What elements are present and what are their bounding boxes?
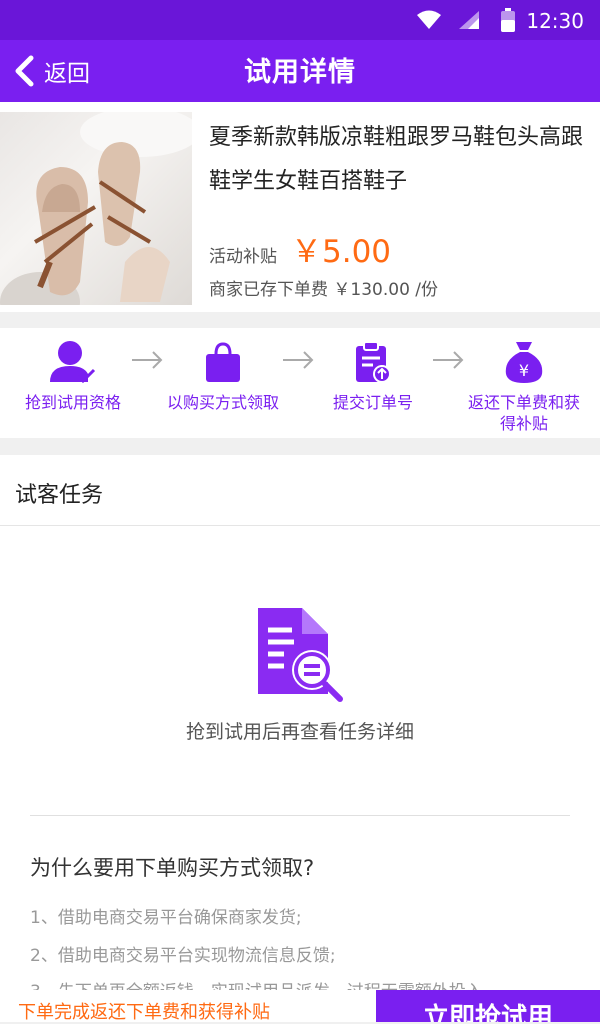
shopping-bag-icon [206,342,240,382]
nav-bar: 返回 试用详情 [0,40,600,102]
wifi-icon [417,10,441,29]
signal-icon [459,11,479,29]
reason-item: 1、借助电商交易平台确保商家发货; [30,908,302,928]
step-label: 返还下单费和获得补贴 [467,393,580,433]
step-label: 抢到试用资格 [24,393,121,412]
battery-icon [501,8,515,32]
task-heading: 试客任务 [15,483,104,508]
document-search-icon [258,608,343,702]
svg-text:¥: ¥ [519,361,529,380]
divider [30,815,570,816]
product-image[interactable] [0,112,192,305]
product-title: 夏季新款韩版凉鞋粗跟罗马鞋包头高跟鞋学生女鞋百搭鞋子 [209,125,584,194]
empty-state-text: 抢到试用后再查看任务详细 [185,721,414,743]
grab-trial-button[interactable]: 立即抢试用 [376,990,600,1022]
clipboard-upload-icon [356,341,391,383]
subsidy-price: ￥5.00 [291,234,392,270]
deposit-text: 商家已存下单费 ￥130.00 /份 [209,280,439,300]
step-label: 以购买方式领取 [166,393,279,412]
status-bar: 12:30 [0,0,600,40]
money-bag-icon: ¥ [505,342,543,383]
step-grab-qualification: 抢到试用资格 [13,340,133,413]
subsidy-row: 活动补贴 ￥5.00 [209,226,391,271]
step-refund-subsidy: ¥ 返还下单费和获得补贴 [464,340,584,434]
why-heading: 为什么要用下单购买方式领取? [30,856,315,880]
bottom-bar: 下单完成返还下单费和获得补贴 立即抢试用 [0,990,600,1023]
product-card: 夏季新款韩版凉鞋粗跟罗马鞋包头高跟鞋学生女鞋百搭鞋子 活动补贴 ￥5.00 商家… [0,102,600,312]
task-header: 试客任务 [0,455,600,526]
task-section: 试客任务 抢到试用后再查看任务详细 为什么要用下单购买方式领取? 1、借助电商交… [0,455,600,1022]
subsidy-label: 活动补贴 [209,247,277,267]
user-check-icon [50,341,96,384]
clock: 12:30 [526,9,584,33]
step-purchase: 以购买方式领取 [163,340,283,413]
process-steps: 抢到试用资格 以购买方式领取 提交订单号 ¥ 返还下单费和获得补贴 [0,328,600,438]
page-title: 试用详情 [244,57,356,88]
step-label: 提交订单号 [332,393,413,412]
bottom-note: 下单完成返还下单费和获得补贴 [18,1002,270,1023]
arrow-right-icon [433,351,464,369]
step-submit-order: 提交订单号 [313,340,433,413]
arrow-right-icon [132,351,163,369]
arrow-right-icon [283,351,314,369]
reason-item: 2、借助电商交易平台实现物流信息反馈; [30,946,336,966]
